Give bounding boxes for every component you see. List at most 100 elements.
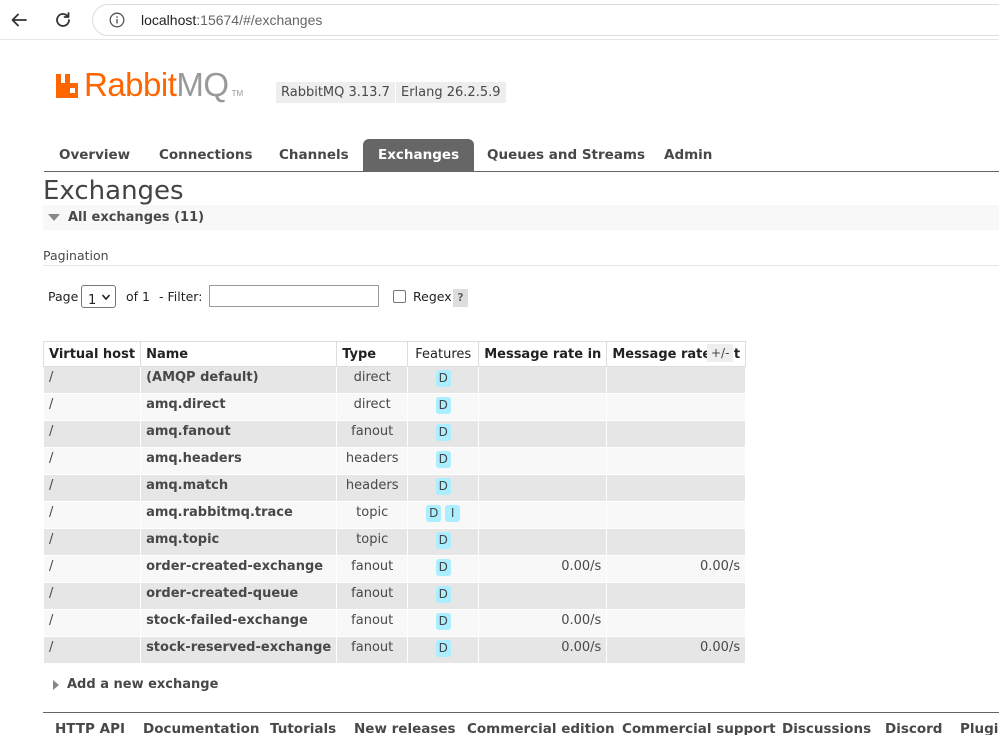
features-cell: D xyxy=(407,474,480,502)
back-arrow-icon[interactable] xyxy=(6,7,32,33)
filter-label: - Filter: xyxy=(159,289,203,304)
type-cell: fanout xyxy=(336,636,409,664)
exchange-name-link[interactable]: amq.headers xyxy=(140,447,338,475)
rate-in-cell xyxy=(478,474,608,502)
exchange-name-link[interactable]: amq.match xyxy=(140,474,338,502)
durable-badge: D xyxy=(426,505,442,522)
regex-help-button[interactable]: ? xyxy=(453,289,468,307)
exchange-name-link[interactable]: order-created-exchange xyxy=(140,555,338,583)
tab-queues-and-streams[interactable]: Queues and Streams xyxy=(472,139,660,171)
column-header-type[interactable]: Type xyxy=(336,341,409,367)
exchange-name-link[interactable]: amq.fanout xyxy=(140,420,338,448)
table-row: / (AMQP default) direct D xyxy=(42,366,747,394)
footer-link-http-api[interactable]: HTTP API xyxy=(55,721,125,735)
durable-badge: D xyxy=(435,586,451,603)
type-cell: fanout xyxy=(336,420,409,448)
page-select-value: 1 xyxy=(88,293,97,308)
rabbitmq-logo[interactable]: Rabbit MQ TM xyxy=(54,66,244,103)
address-bar[interactable]: localhost:15674/#/exchanges xyxy=(92,4,999,36)
footer-link-documentation[interactable]: Documentation xyxy=(143,721,259,735)
page-select[interactable]: 1 xyxy=(81,285,116,308)
table-row: / stock-reserved-exchange fanout D 0.00/s 0.0… xyxy=(42,636,747,664)
durable-badge: D xyxy=(435,478,451,495)
table-row: / order-created-exchange fanout D 0.00/s 0.00… xyxy=(42,555,747,583)
durable-badge: D xyxy=(435,397,451,414)
url-host: localhost xyxy=(141,12,197,28)
vhost-cell: / xyxy=(42,393,142,421)
footer-link-plugins[interactable]: Plugins xyxy=(960,721,999,735)
durable-badge: D xyxy=(435,451,451,468)
table-row: / amq.match headers D xyxy=(42,474,747,502)
footer-link-discussions[interactable]: Discussions xyxy=(782,721,871,735)
features-cell: DI xyxy=(407,501,480,529)
vhost-cell: / xyxy=(42,528,142,556)
column-header-name[interactable]: Name xyxy=(140,341,338,367)
rate-out-cell xyxy=(606,366,747,394)
vhost-cell: / xyxy=(42,609,142,637)
collapse-triangle-icon xyxy=(48,214,60,221)
footer-link-discord[interactable]: Discord xyxy=(885,721,942,735)
column-header-virtual-host: Virtual host xyxy=(42,341,142,367)
durable-badge: D xyxy=(435,370,451,387)
footer-link-commercial-support[interactable]: Commercial support xyxy=(622,721,776,735)
rate-in-cell xyxy=(478,501,608,529)
section-title: All exchanges (11) xyxy=(68,210,205,225)
vhost-cell: / xyxy=(42,636,142,664)
info-icon[interactable] xyxy=(109,12,125,28)
footer: HTTP API Documentation Tutorials New rel… xyxy=(43,712,999,735)
regex-checkbox[interactable] xyxy=(393,290,406,303)
footer-link-tutorials[interactable]: Tutorials xyxy=(270,721,336,735)
filter-input[interactable] xyxy=(209,285,379,307)
features-cell: D xyxy=(407,582,480,610)
all-exchanges-section-toggle[interactable]: All exchanges (11) xyxy=(43,205,999,230)
rate-in-cell xyxy=(478,420,608,448)
expand-triangle-icon xyxy=(53,679,59,690)
features-cell: D xyxy=(407,528,480,556)
exchange-name-link[interactable]: (AMQP default) xyxy=(140,366,338,394)
tab-exchanges[interactable]: Exchanges xyxy=(363,139,475,171)
table-row: / amq.fanout fanout D xyxy=(42,420,747,448)
tab-overview[interactable]: Overview xyxy=(44,139,145,171)
features-cell: D xyxy=(407,366,480,394)
tab-channels[interactable]: Channels xyxy=(264,139,364,171)
footer-link-commercial-edition[interactable]: Commercial edition xyxy=(467,721,615,735)
rate-out-cell xyxy=(606,528,747,556)
reload-icon[interactable] xyxy=(50,7,76,33)
main-tabs: Overview Connections Channels Exchanges … xyxy=(44,139,999,172)
tab-connections[interactable]: Connections xyxy=(144,139,268,171)
type-cell: fanout xyxy=(336,555,409,583)
exchange-name-link[interactable]: stock-failed-exchange xyxy=(140,609,338,637)
logo-text-mq: MQ xyxy=(176,66,229,103)
rate-in-cell xyxy=(478,366,608,394)
rate-out-cell: 0.00/s xyxy=(606,555,747,583)
exchange-name-link[interactable]: amq.topic xyxy=(140,528,338,556)
table-row: / amq.topic topic D xyxy=(42,528,747,556)
exchange-name-link[interactable]: order-created-queue xyxy=(140,582,338,610)
rate-out-cell xyxy=(606,393,747,421)
footer-link-new-releases[interactable]: New releases xyxy=(354,721,456,735)
exchange-name-link[interactable]: amq.direct xyxy=(140,393,338,421)
type-cell: fanout xyxy=(336,609,409,637)
vhost-cell: / xyxy=(42,582,142,610)
divider xyxy=(43,265,999,266)
chevron-down-icon xyxy=(101,287,111,315)
rate-out-cell xyxy=(606,609,747,637)
add-exchange-section-toggle[interactable]: Add a new exchange xyxy=(53,677,218,692)
exchange-name-link[interactable]: amq.rabbitmq.trace xyxy=(140,501,338,529)
rabbitmq-version-badge: RabbitMQ 3.13.7 xyxy=(276,82,395,103)
durable-badge: D xyxy=(435,532,451,549)
logo-trademark: TM xyxy=(231,89,244,98)
vhost-cell: / xyxy=(42,474,142,502)
url-text: localhost:15674/#/exchanges xyxy=(141,12,322,28)
rate-in-cell xyxy=(478,528,608,556)
tab-admin[interactable]: Admin xyxy=(649,139,727,171)
type-cell: topic xyxy=(336,501,409,529)
table-header-row: Virtual host Name Type Features Message … xyxy=(42,341,747,367)
column-toggle-button[interactable]: +/- xyxy=(707,344,734,362)
page-label: Page xyxy=(48,289,79,304)
rate-in-cell xyxy=(478,393,608,421)
logo-text-rabbit: Rabbit xyxy=(84,66,177,103)
exchange-name-link[interactable]: stock-reserved-exchange xyxy=(140,636,338,664)
rate-out-cell xyxy=(606,474,747,502)
erlang-version-badge: Erlang 26.2.5.9 xyxy=(396,82,506,103)
